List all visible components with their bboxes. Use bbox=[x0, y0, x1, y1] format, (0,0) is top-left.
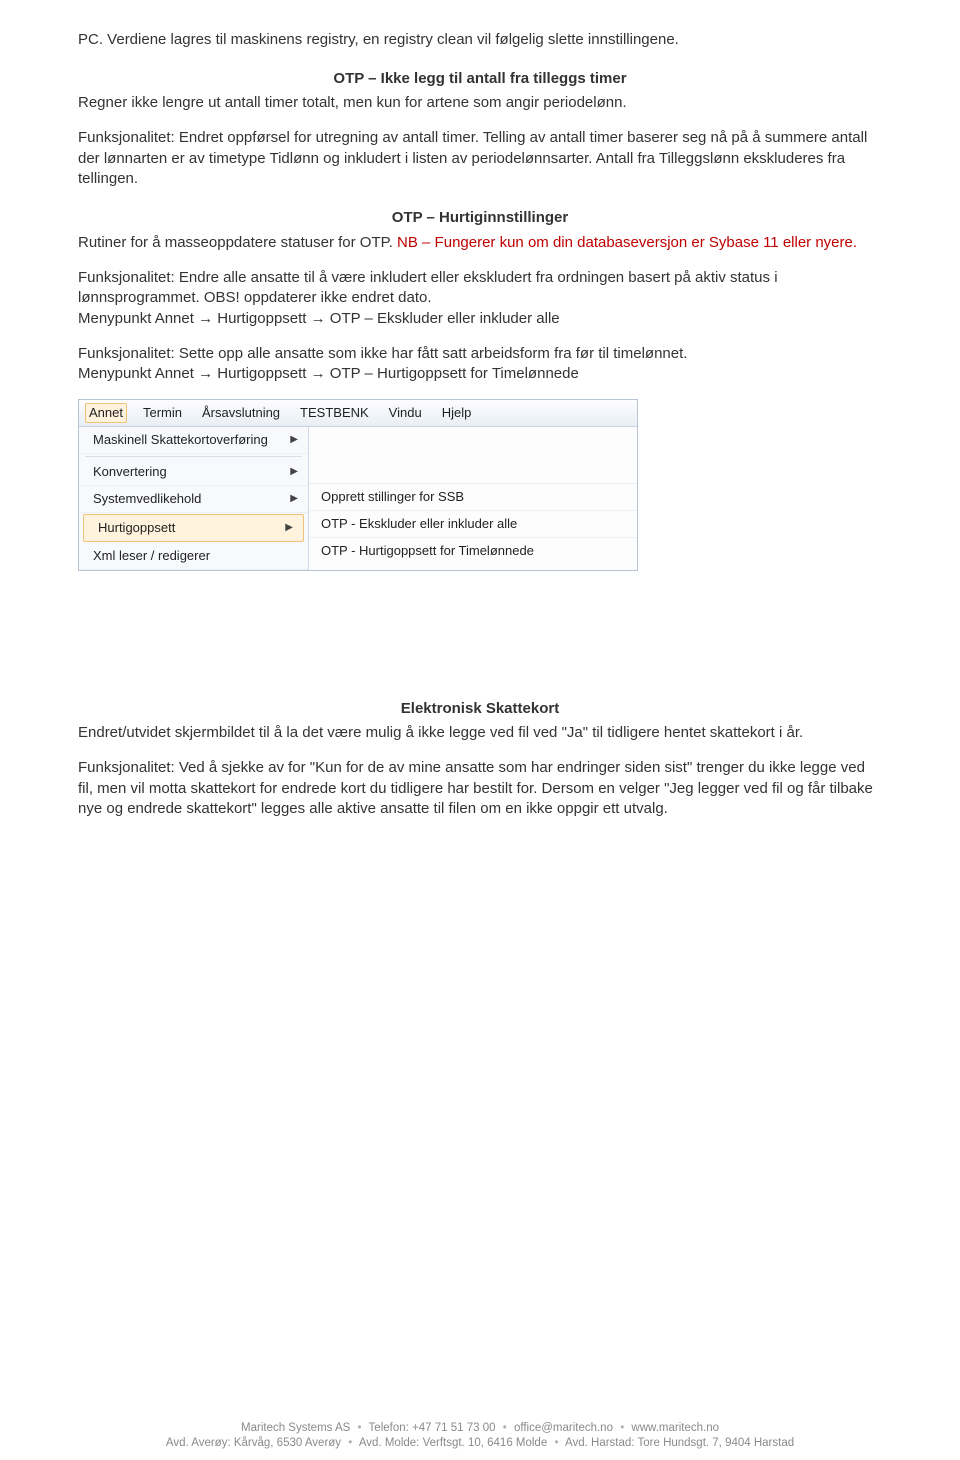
para-funksjonalitet-2: Funksjonalitet: Endre alle ansatte til å… bbox=[78, 268, 882, 330]
footer-addr3: Tore Hundsgt. 7, 9404 Harstad bbox=[638, 1437, 795, 1449]
menu-item-systemvedlikehold[interactable]: Systemvedlikehold ▶ bbox=[79, 486, 308, 513]
menubar-item-testbenk[interactable]: TESTBENK bbox=[296, 403, 373, 423]
chevron-right-icon: ▶ bbox=[290, 433, 298, 447]
submenu-item-ekskluder[interactable]: OTP - Ekskluder eller inkluder alle bbox=[309, 510, 637, 537]
menu-item-label: Maskinell Skattekortoverføring bbox=[93, 431, 268, 449]
menu-item-xml[interactable]: Xml leser / redigerer bbox=[79, 543, 308, 570]
menu-item-label: Xml leser / redigerer bbox=[93, 547, 210, 565]
footer-line-2: Avd. Averøy: Kårvåg, 6530 Averøy • Avd. … bbox=[0, 1436, 960, 1452]
bullet-icon: • bbox=[503, 1422, 507, 1434]
footer-phone-label: Telefon: bbox=[369, 1422, 409, 1434]
para-rutiner-a: Rutiner for å masseoppdatere statuser fo… bbox=[78, 234, 397, 251]
menu-item-hurtigoppsett[interactable]: Hurtigoppsett ▶ bbox=[83, 514, 304, 542]
para-funksjonalitet-1: Funksjonalitet: Endret oppførsel for utr… bbox=[78, 128, 882, 190]
dropdown-right: Opprett stillinger for SSB OTP - Eksklud… bbox=[309, 427, 637, 570]
heading-otp-hurtig: OTP – Hurtiginnstillinger bbox=[78, 208, 882, 229]
footer-phone: +47 71 51 73 00 bbox=[412, 1422, 495, 1434]
menu-item-skattekort[interactable]: Maskinell Skattekortoverføring ▶ bbox=[79, 427, 308, 454]
dropdown-left: Maskinell Skattekortoverføring ▶ Konvert… bbox=[79, 427, 309, 570]
chevron-right-icon: ▶ bbox=[290, 492, 298, 506]
menubar-item-termin[interactable]: Termin bbox=[139, 403, 186, 423]
para-funksjonalitet-3: Funksjonalitet: Sette opp alle ansatte s… bbox=[78, 344, 882, 385]
para-funksjonalitet-4: Funksjonalitet: Ved å sjekke av for "Kun… bbox=[78, 758, 882, 820]
chevron-right-icon: ▶ bbox=[290, 465, 298, 479]
chevron-right-icon: ▶ bbox=[285, 521, 293, 535]
bullet-icon: • bbox=[348, 1437, 352, 1449]
menubar-item-arsavslutning[interactable]: Årsavslutning bbox=[198, 403, 284, 423]
para-rutiner-b: NB – Fungerer kun om din databaseversjon… bbox=[397, 234, 857, 251]
submenu-item-timelonnede[interactable]: OTP - Hurtigoppsett for Timelønnede bbox=[309, 537, 637, 564]
bullet-icon: • bbox=[358, 1422, 362, 1434]
footer-addr2-label: Avd. Molde: bbox=[359, 1437, 420, 1449]
bullet-icon: • bbox=[620, 1422, 624, 1434]
para-rutiner: Rutiner for å masseoppdatere statuser fo… bbox=[78, 233, 882, 254]
heading-otp-tillegg: OTP – Ikke legg til antall fra tilleggs … bbox=[78, 69, 882, 90]
para-registry: PC. Verdiene lagres til maskinens regist… bbox=[78, 30, 882, 51]
menu-item-konvertering[interactable]: Konvertering ▶ bbox=[79, 459, 308, 486]
footer-line-1: Maritech Systems AS • Telefon: +47 71 51… bbox=[0, 1421, 960, 1437]
menu-item-label: Konvertering bbox=[93, 463, 167, 481]
menu-item-label: Systemvedlikehold bbox=[93, 490, 201, 508]
footer-addr1: Kårvåg, 6530 Averøy bbox=[234, 1437, 341, 1449]
submenu-item-ssb[interactable]: Opprett stillinger for SSB bbox=[309, 483, 637, 510]
para-endret-skjerm: Endret/utvidet skjermbildet til å la det… bbox=[78, 723, 882, 744]
menubar-item-hjelp[interactable]: Hjelp bbox=[438, 403, 476, 423]
menubar: Annet Termin Årsavslutning TESTBENK Vind… bbox=[79, 400, 637, 427]
heading-skattekort: Elektronisk Skattekort bbox=[78, 699, 882, 720]
footer-addr1-label: Avd. Averøy: bbox=[166, 1437, 231, 1449]
menubar-item-vindu[interactable]: Vindu bbox=[385, 403, 426, 423]
footer-addr2: Verftsgt. 10, 6416 Molde bbox=[423, 1437, 548, 1449]
page-footer: Maritech Systems AS • Telefon: +47 71 51… bbox=[0, 1421, 960, 1452]
menubar-item-annet[interactable]: Annet bbox=[85, 403, 127, 423]
footer-addr3-label: Avd. Harstad: bbox=[565, 1437, 634, 1449]
menu-screenshot: Annet Termin Årsavslutning TESTBENK Vind… bbox=[78, 399, 638, 571]
footer-email: office@maritech.no bbox=[514, 1422, 613, 1434]
menu-item-label: Hurtigoppsett bbox=[98, 519, 175, 537]
bullet-icon: • bbox=[554, 1437, 558, 1449]
footer-company: Maritech Systems AS bbox=[241, 1422, 350, 1434]
para-regner: Regner ikke lengre ut antall timer total… bbox=[78, 93, 882, 114]
menu-separator bbox=[85, 456, 302, 457]
footer-web: www.maritech.no bbox=[631, 1422, 719, 1434]
